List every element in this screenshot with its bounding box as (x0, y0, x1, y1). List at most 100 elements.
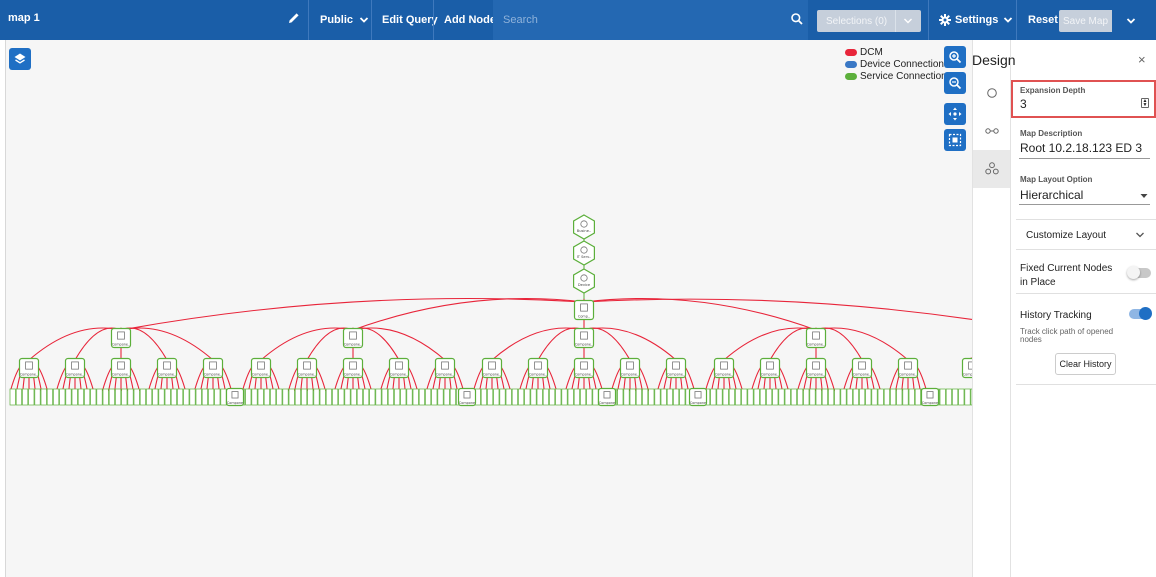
fit-screen-button[interactable] (944, 129, 966, 151)
component-node: Compone.. (342, 357, 364, 379)
leaf-node (443, 388, 450, 406)
add-node-button[interactable]: Add Node (444, 0, 496, 40)
leaf-node (493, 388, 500, 406)
node-label: Compone.. (621, 373, 639, 377)
zoom-out-button[interactable] (944, 72, 966, 94)
search-icon[interactable] (790, 12, 804, 26)
map-description-field[interactable]: Root 10.2.18.123 ED 3 (1020, 141, 1142, 155)
customize-layout-accordion[interactable]: Customize Layout (1016, 220, 1156, 249)
node-label: Compone (922, 401, 938, 405)
node-label: Compone.. (112, 343, 130, 347)
leaf-node (815, 388, 822, 406)
component-node: Compone.. (805, 327, 827, 349)
component-node: Compone.. (388, 357, 410, 379)
leaf-node (263, 388, 270, 406)
dcm-link (260, 327, 354, 361)
node-label: Compone.. (575, 343, 593, 347)
clear-history-button[interactable]: Clear History (1055, 353, 1116, 375)
leaf-node (722, 388, 729, 406)
leaf-node (121, 388, 128, 406)
zoom-in-button[interactable] (944, 46, 966, 68)
component-node: Compone (920, 387, 940, 407)
node-label: Compone.. (483, 373, 501, 377)
leaf-node (152, 388, 159, 406)
leaf-node (573, 388, 580, 406)
tab-link-design[interactable] (973, 112, 1011, 150)
toolbar-divider (308, 0, 309, 40)
node-label: Compone.. (344, 373, 362, 377)
leaf-node (499, 388, 506, 406)
pencil-icon[interactable] (287, 11, 301, 25)
reset-button[interactable]: Reset (1028, 0, 1058, 40)
leaf-node (102, 388, 109, 406)
search-input[interactable] (503, 14, 783, 26)
selections-dropdown[interactable]: Selections (0) (817, 10, 921, 32)
leaf-node (524, 388, 531, 406)
leaf-node (660, 388, 667, 406)
expansion-depth-stepper[interactable]: ▲ ▼ (1141, 98, 1149, 108)
topology-graph[interactable]: Busine.. IT Serv.. Device Comp.. Compone.. Co… (6, 40, 972, 577)
close-icon[interactable]: × (1138, 52, 1146, 67)
node-label: Compone.. (344, 343, 362, 347)
leaf-node (871, 388, 878, 406)
leaf-node (251, 388, 258, 406)
link-icon (985, 128, 999, 134)
save-map-dropdown[interactable] (1112, 10, 1149, 32)
save-map-button[interactable]: Save Map (1059, 10, 1112, 32)
leaf-node (22, 388, 29, 406)
leaf-node (592, 388, 599, 406)
move-button[interactable] (944, 103, 966, 125)
chevron-down-icon (1136, 232, 1144, 238)
legend-swatch (845, 48, 857, 56)
node-label: Compone.. (112, 373, 130, 377)
leaf-node (846, 388, 853, 406)
leaf-node (406, 388, 413, 406)
leaf-node (46, 388, 53, 406)
dcm-link (815, 327, 909, 361)
caret-down-icon (1140, 194, 1148, 198)
fixed-nodes-toggle[interactable] (1127, 266, 1151, 279)
toolbar-divider (371, 0, 372, 40)
leaf-node (797, 388, 804, 406)
leaf-node (301, 388, 308, 406)
map-description-label: Map Description (1020, 129, 1083, 138)
dcm-link (583, 327, 677, 361)
node-label: Compone.. (20, 373, 38, 377)
expansion-depth-field[interactable]: 3 (1020, 97, 1027, 111)
tab-node-design[interactable] (973, 74, 1011, 112)
map-canvas[interactable]: Busine.. IT Serv.. Device Comp.. Compone.. Co… (5, 40, 972, 577)
component-node: Compone.. (110, 327, 132, 349)
tab-cluster-design[interactable] (973, 150, 1011, 188)
node-icon (987, 88, 997, 98)
settings-dropdown[interactable]: Settings (939, 0, 1013, 40)
leaf-node (964, 388, 971, 406)
layers-button[interactable] (9, 48, 31, 70)
component-node: Compone.. (481, 357, 503, 379)
leaf-node (77, 388, 84, 406)
component-node: Compone (225, 387, 245, 407)
component-node: Compone.. (713, 357, 735, 379)
chevron-down-icon (903, 18, 912, 24)
component-node: Compone.. (665, 357, 687, 379)
leaf-node (549, 388, 556, 406)
leaf-node (629, 388, 636, 406)
node-label: Compone.. (204, 373, 222, 377)
component-node: Compone.. (202, 357, 224, 379)
leaf-node (914, 388, 921, 406)
public-dropdown[interactable]: Public (320, 0, 369, 40)
node-label: Compone.. (761, 373, 779, 377)
map-layout-select[interactable]: Hierarchical (1019, 186, 1150, 204)
legend-item-service-connection: Service Connection (845, 70, 947, 82)
leaf-node (877, 388, 884, 406)
leaf-node (890, 388, 897, 406)
cluster-icon (985, 162, 999, 175)
edit-query-button[interactable]: Edit Query (382, 0, 438, 40)
leaf-node (567, 388, 574, 406)
history-tracking-toggle[interactable] (1129, 307, 1152, 320)
leaf-node (772, 388, 779, 406)
node-label: Comp.. (578, 315, 590, 319)
fit-screen-icon (948, 133, 962, 147)
panel-title: Design (972, 52, 1016, 68)
map-layout-label: Map Layout Option (1020, 175, 1093, 184)
leaf-node (394, 388, 401, 406)
